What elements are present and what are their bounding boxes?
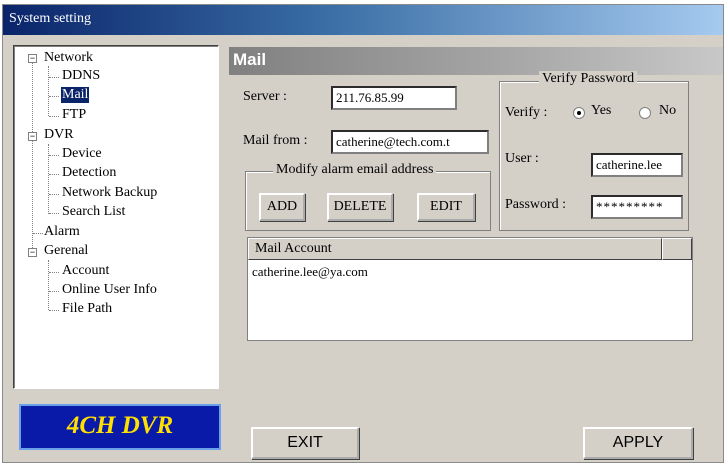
panel-title: Mail xyxy=(229,47,723,75)
tree-connector xyxy=(49,155,59,156)
tree-connector xyxy=(49,116,59,117)
tree-connector xyxy=(32,62,33,254)
mail-account-list[interactable]: Mail Account catherine.lee@ya.com xyxy=(247,237,693,341)
list-item[interactable]: catherine.lee@ya.com xyxy=(252,264,368,280)
mail-from-label: Mail from : xyxy=(243,133,308,148)
tree-item-device[interactable]: Device xyxy=(62,146,102,162)
tree-connector xyxy=(49,291,59,292)
tree-item-ftp[interactable]: FTP xyxy=(62,107,86,123)
collapse-icon[interactable]: − xyxy=(28,132,37,141)
tree-item-account[interactable]: Account xyxy=(62,263,109,279)
tree-item-search-list[interactable]: Search List xyxy=(62,204,125,220)
tree-connector xyxy=(49,174,59,175)
add-button[interactable]: ADD xyxy=(259,193,305,221)
mail-account-column-header[interactable]: Mail Account xyxy=(248,238,662,260)
apply-button[interactable]: APPLY xyxy=(583,427,693,459)
user-input[interactable]: catherine.lee xyxy=(591,153,683,177)
mail-from-input[interactable]: catherine@tech.com.t xyxy=(331,130,489,154)
window-title: System setting xyxy=(3,5,723,35)
verify-yes-label[interactable]: Yes xyxy=(591,103,611,119)
tree-connector xyxy=(49,213,59,214)
verify-no-label[interactable]: No xyxy=(659,103,676,119)
exit-button[interactable]: EXIT xyxy=(251,427,359,459)
password-label: Password : xyxy=(505,197,567,212)
tree-connector xyxy=(33,233,43,234)
verify-yes-radio[interactable] xyxy=(573,107,585,119)
tree-item-detection[interactable]: Detection xyxy=(62,165,116,181)
edit-button[interactable]: EDIT xyxy=(417,193,475,221)
extra-column-header[interactable] xyxy=(662,238,692,260)
settings-tree: − Network DDNS Mail FTP − DVR Device Det… xyxy=(13,45,219,389)
tree-connector xyxy=(49,310,59,311)
tree-item-dvr[interactable]: DVR xyxy=(44,127,74,143)
tree-item-network-backup[interactable]: Network Backup xyxy=(62,185,157,201)
tree-connector xyxy=(48,66,49,116)
tree-connector xyxy=(48,260,49,310)
system-setting-window: System setting − Network DDNS Mail FTP −… xyxy=(2,4,724,463)
server-input[interactable]: 211.76.85.99 xyxy=(331,86,457,110)
delete-button[interactable]: DELETE xyxy=(327,193,393,221)
alarm-email-group-title: Modify alarm email address xyxy=(273,162,437,178)
tree-item-general[interactable]: Gerenal xyxy=(44,243,88,259)
tree-connector xyxy=(49,272,59,273)
tree-item-file-path[interactable]: File Path xyxy=(62,301,112,317)
tree-connector xyxy=(49,77,59,78)
product-logo: 4CH DVR xyxy=(19,404,221,450)
collapse-icon[interactable]: − xyxy=(28,54,37,63)
collapse-icon[interactable]: − xyxy=(28,248,37,257)
tree-item-mail[interactable]: Mail xyxy=(61,87,90,103)
tree-item-network[interactable]: Network xyxy=(44,50,93,66)
tree-connector xyxy=(49,96,59,97)
password-input[interactable]: ********* xyxy=(591,195,683,219)
verify-password-group-title: Verify Password xyxy=(539,71,638,87)
tree-item-online-user-info[interactable]: Online User Info xyxy=(62,282,157,298)
tree-connector xyxy=(49,194,59,195)
tree-item-alarm[interactable]: Alarm xyxy=(44,224,80,240)
verify-label: Verify : xyxy=(505,105,548,120)
user-label: User : xyxy=(505,151,539,166)
tree-item-ddns[interactable]: DDNS xyxy=(62,68,100,84)
verify-no-radio[interactable] xyxy=(639,107,651,119)
server-label: Server : xyxy=(243,89,287,104)
